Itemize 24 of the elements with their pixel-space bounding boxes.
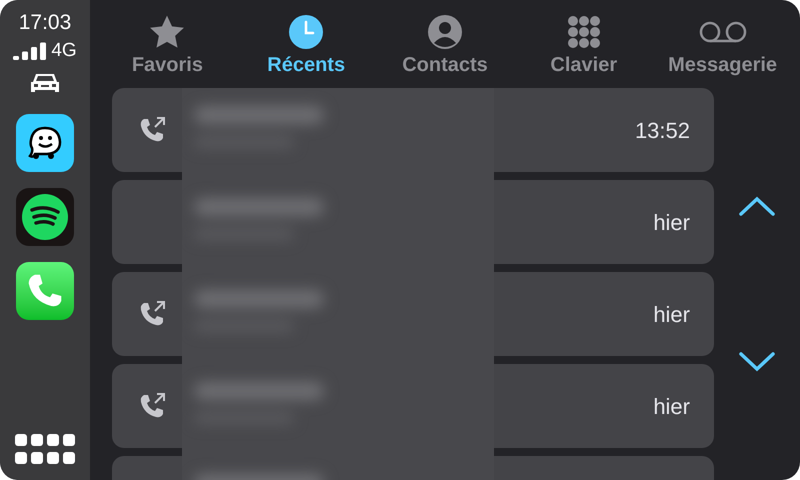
signal-icon [13, 42, 48, 60]
app-grid-icon[interactable] [15, 434, 75, 464]
sound-waves-app-icon[interactable] [16, 188, 74, 246]
person-icon [428, 15, 462, 49]
voicemail-icon [698, 20, 748, 44]
star-icon [148, 14, 186, 50]
clock-time: 17:03 [18, 12, 72, 33]
call-time: 13:52 [634, 116, 690, 144]
smiley-app-icon[interactable] [16, 114, 74, 172]
tab[interactable]: Contacts [376, 0, 514, 88]
network-label: 4G [51, 41, 77, 60]
call-time: hier [653, 300, 690, 328]
phone-app-icon[interactable] [16, 262, 74, 320]
call-time: hier [653, 208, 690, 236]
scroll-up-icon[interactable] [738, 195, 776, 217]
tab[interactable]: Clavier [514, 0, 654, 88]
call-time: hier [653, 392, 690, 420]
clock-icon [289, 15, 324, 49]
tab[interactable]: Favoris [98, 0, 237, 88]
tab[interactable]: Messagerie [653, 0, 792, 88]
car-icon [30, 72, 60, 94]
tab[interactable]: Récents [236, 0, 376, 88]
keypad-icon [566, 15, 601, 49]
scroll-down-icon[interactable] [738, 351, 776, 373]
